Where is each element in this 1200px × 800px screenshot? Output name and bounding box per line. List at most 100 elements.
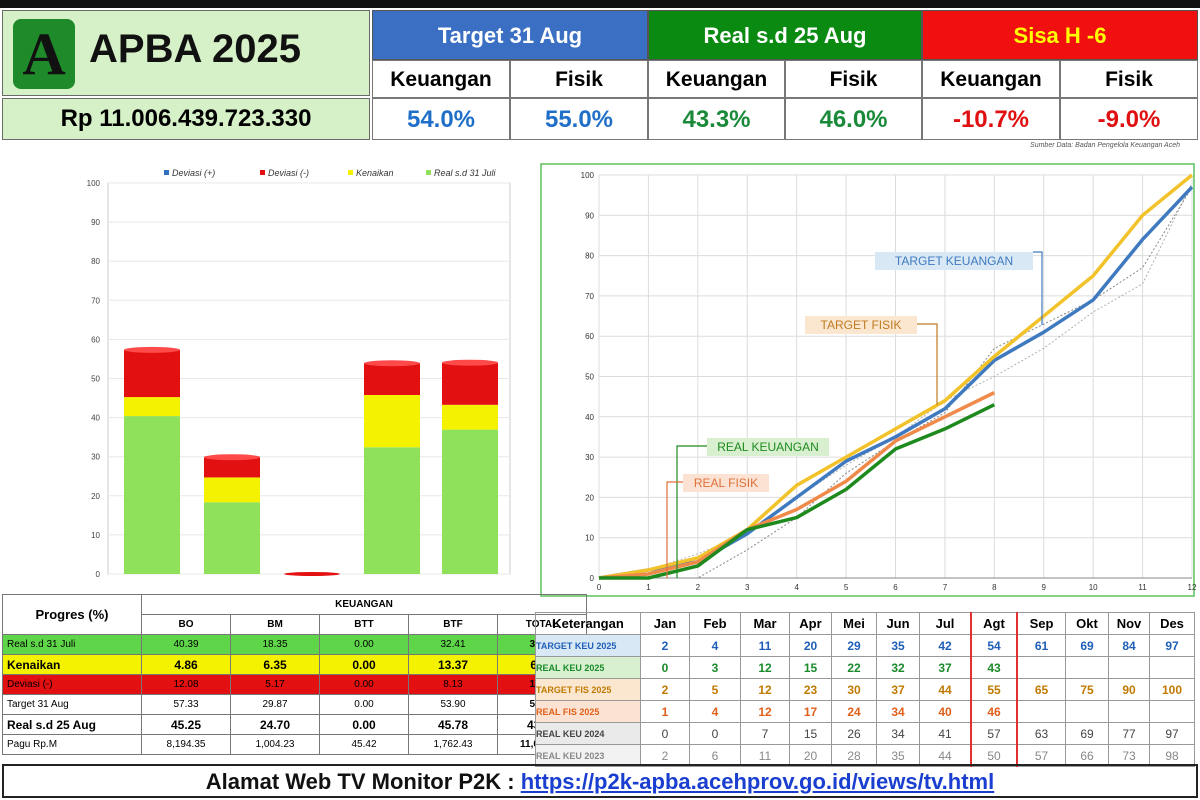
keuangan-progress-table: Progres (%) KEUANGAN BO BM BTT BTF TOTAL Real s… (2, 594, 587, 755)
legend-label: Deviasi (+) (172, 168, 215, 178)
series-label: TARGET FISIK (821, 318, 902, 332)
table-cell: 4.86 (141, 654, 231, 675)
monthly-cell (1016, 700, 1066, 723)
footer-label: Alamat Web TV Monitor P2K : (205, 769, 521, 794)
bar-y-tick: 0 (96, 570, 101, 579)
apba-logo: A (13, 19, 75, 89)
table-cell: 18.35 (230, 634, 320, 655)
monthly-cell: 26 (831, 722, 877, 745)
bar-segment-kenaikan (364, 395, 420, 448)
bar-y-tick: 70 (91, 296, 100, 305)
line-y-tick: 10 (585, 534, 594, 543)
table-cell: 40.39 (141, 634, 231, 655)
monthly-cell: 77 (1108, 722, 1150, 745)
monthly-cell: 15 (789, 656, 832, 679)
line-x-tick: 6 (893, 583, 898, 592)
table-cell: 32.41 (408, 634, 498, 655)
bar-segment-deviasi (124, 349, 180, 398)
kpi-sub-keuangan: Keuangan (372, 60, 510, 98)
monthly-cell: 69 (1065, 722, 1109, 745)
monthly-cell: 4 (689, 634, 741, 657)
month-header: Mei (831, 612, 877, 635)
kpi-group-header: Sisa H -6 (922, 10, 1198, 60)
line-x-tick: 9 (1042, 583, 1047, 592)
monthly-cell: 90 (1108, 678, 1150, 701)
bar-top (442, 359, 498, 366)
bar-top (204, 454, 260, 461)
table-cell: 12.08 (141, 674, 231, 695)
kpi-sub-keuangan: Keuangan (648, 60, 785, 98)
monthly-cell: 34 (876, 722, 920, 745)
line-x-tick: 2 (696, 583, 701, 592)
bar-y-tick: 50 (91, 375, 100, 384)
table-cell: 45.25 (141, 714, 231, 735)
monthly-cell: 54 (970, 634, 1018, 657)
monthly-cell (1149, 700, 1195, 723)
month-header: Jun (876, 612, 920, 635)
monthly-cell: 4 (689, 700, 741, 723)
line-x-tick: 3 (745, 583, 750, 592)
line-x-tick: 10 (1089, 583, 1098, 592)
bar-y-tick: 80 (91, 257, 100, 266)
table-row: Deviasi (-)12.085.170.008.1310.77 (2, 674, 587, 695)
monthly-cell (1108, 700, 1150, 723)
monthly-cell: 2 (640, 678, 690, 701)
legend-swatch (260, 170, 265, 175)
kpi-sub-fisik: Fisik (1060, 60, 1198, 98)
bar-segment-deviasi (204, 457, 260, 478)
table-column-header: BO (141, 614, 231, 635)
table-cell: 53.90 (408, 694, 498, 715)
line-y-tick: 0 (590, 574, 595, 583)
row-label: Pagu Rp.M (2, 734, 142, 755)
line-y-tick: 30 (585, 453, 594, 462)
line-x-tick: 4 (794, 583, 799, 592)
monthly-cell: 37 (876, 678, 920, 701)
bar-y-tick: 100 (87, 179, 101, 188)
legend-swatch (348, 170, 353, 175)
kpi-sub-fisik: Fisik (785, 60, 922, 98)
series-label-leader (1033, 251, 1043, 325)
table-cell: 5.17 (230, 674, 320, 695)
bar-y-tick: 40 (91, 414, 100, 423)
monthly-cell: 24 (831, 700, 877, 723)
month-header: Mar (740, 612, 790, 635)
stacked-bar-chart: 0 10 20 30 40 50 60 70 80 90 100 Deviasi (+) Deviasi… (87, 168, 511, 579)
line-x-tick: 12 (1188, 583, 1197, 592)
bar-segment-kenaikan (442, 404, 498, 430)
legend-swatch (164, 170, 169, 175)
month-header: Sep (1016, 612, 1066, 635)
monthly-cell: 0 (640, 656, 690, 679)
monthly-row-label: REAL KEU 2025 (535, 656, 641, 679)
table-cell: 45.42 (319, 734, 409, 755)
monthly-cell (1016, 656, 1066, 679)
kpi-value-keuangan: -10.7% (922, 98, 1060, 140)
bar-segment-real (204, 502, 260, 574)
bar-segment-kenaikan (124, 397, 180, 417)
table-cell: 0.00 (319, 694, 409, 715)
table-row: Kenaikan4.866.350.0013.376.34 (2, 654, 587, 675)
table-cell: 1,004.23 (230, 734, 320, 755)
table-cell: 0.00 (319, 674, 409, 695)
table-column-header: BM (230, 614, 320, 635)
row-label: Target 31 Aug (2, 694, 142, 715)
legend-label: Kenaikan (356, 168, 394, 178)
total-budget-amount: Rp 11.006.439.723.330 (2, 98, 370, 140)
footer-bar: Alamat Web TV Monitor P2K : https://p2k-… (2, 764, 1198, 798)
table-cell: 57.33 (141, 694, 231, 715)
table-group-header: KEUANGAN (141, 594, 587, 615)
table-cell: 8,194.35 (141, 734, 231, 755)
table-cell: 8.13 (408, 674, 498, 695)
page-title: APBA 2025 (89, 27, 301, 71)
table-row: Real s.d 25 Aug45.2524.700.0045.7843.27 (2, 714, 587, 735)
monthly-cell: 12 (740, 656, 790, 679)
monthly-header-row: Keterangan Jan Feb Mar Apr Mei Jun Jul Agt Sep Okt… (535, 612, 1195, 635)
line-y-tick: 60 (585, 332, 594, 341)
brand-panel: A APBA 2025 (2, 10, 370, 96)
monthly-cell: 61 (1016, 634, 1066, 657)
monthly-cell: 97 (1149, 722, 1195, 745)
tv-monitor-link[interactable]: https://p2k-apba.acehprov.go.id/views/tv… (521, 769, 994, 794)
kpi-group-header: Real s.d 25 Aug (648, 10, 922, 60)
series-label: REAL KEUANGAN (717, 440, 819, 454)
bar-segment-deviasi (364, 363, 420, 396)
monthly-cell: 1 (640, 700, 690, 723)
